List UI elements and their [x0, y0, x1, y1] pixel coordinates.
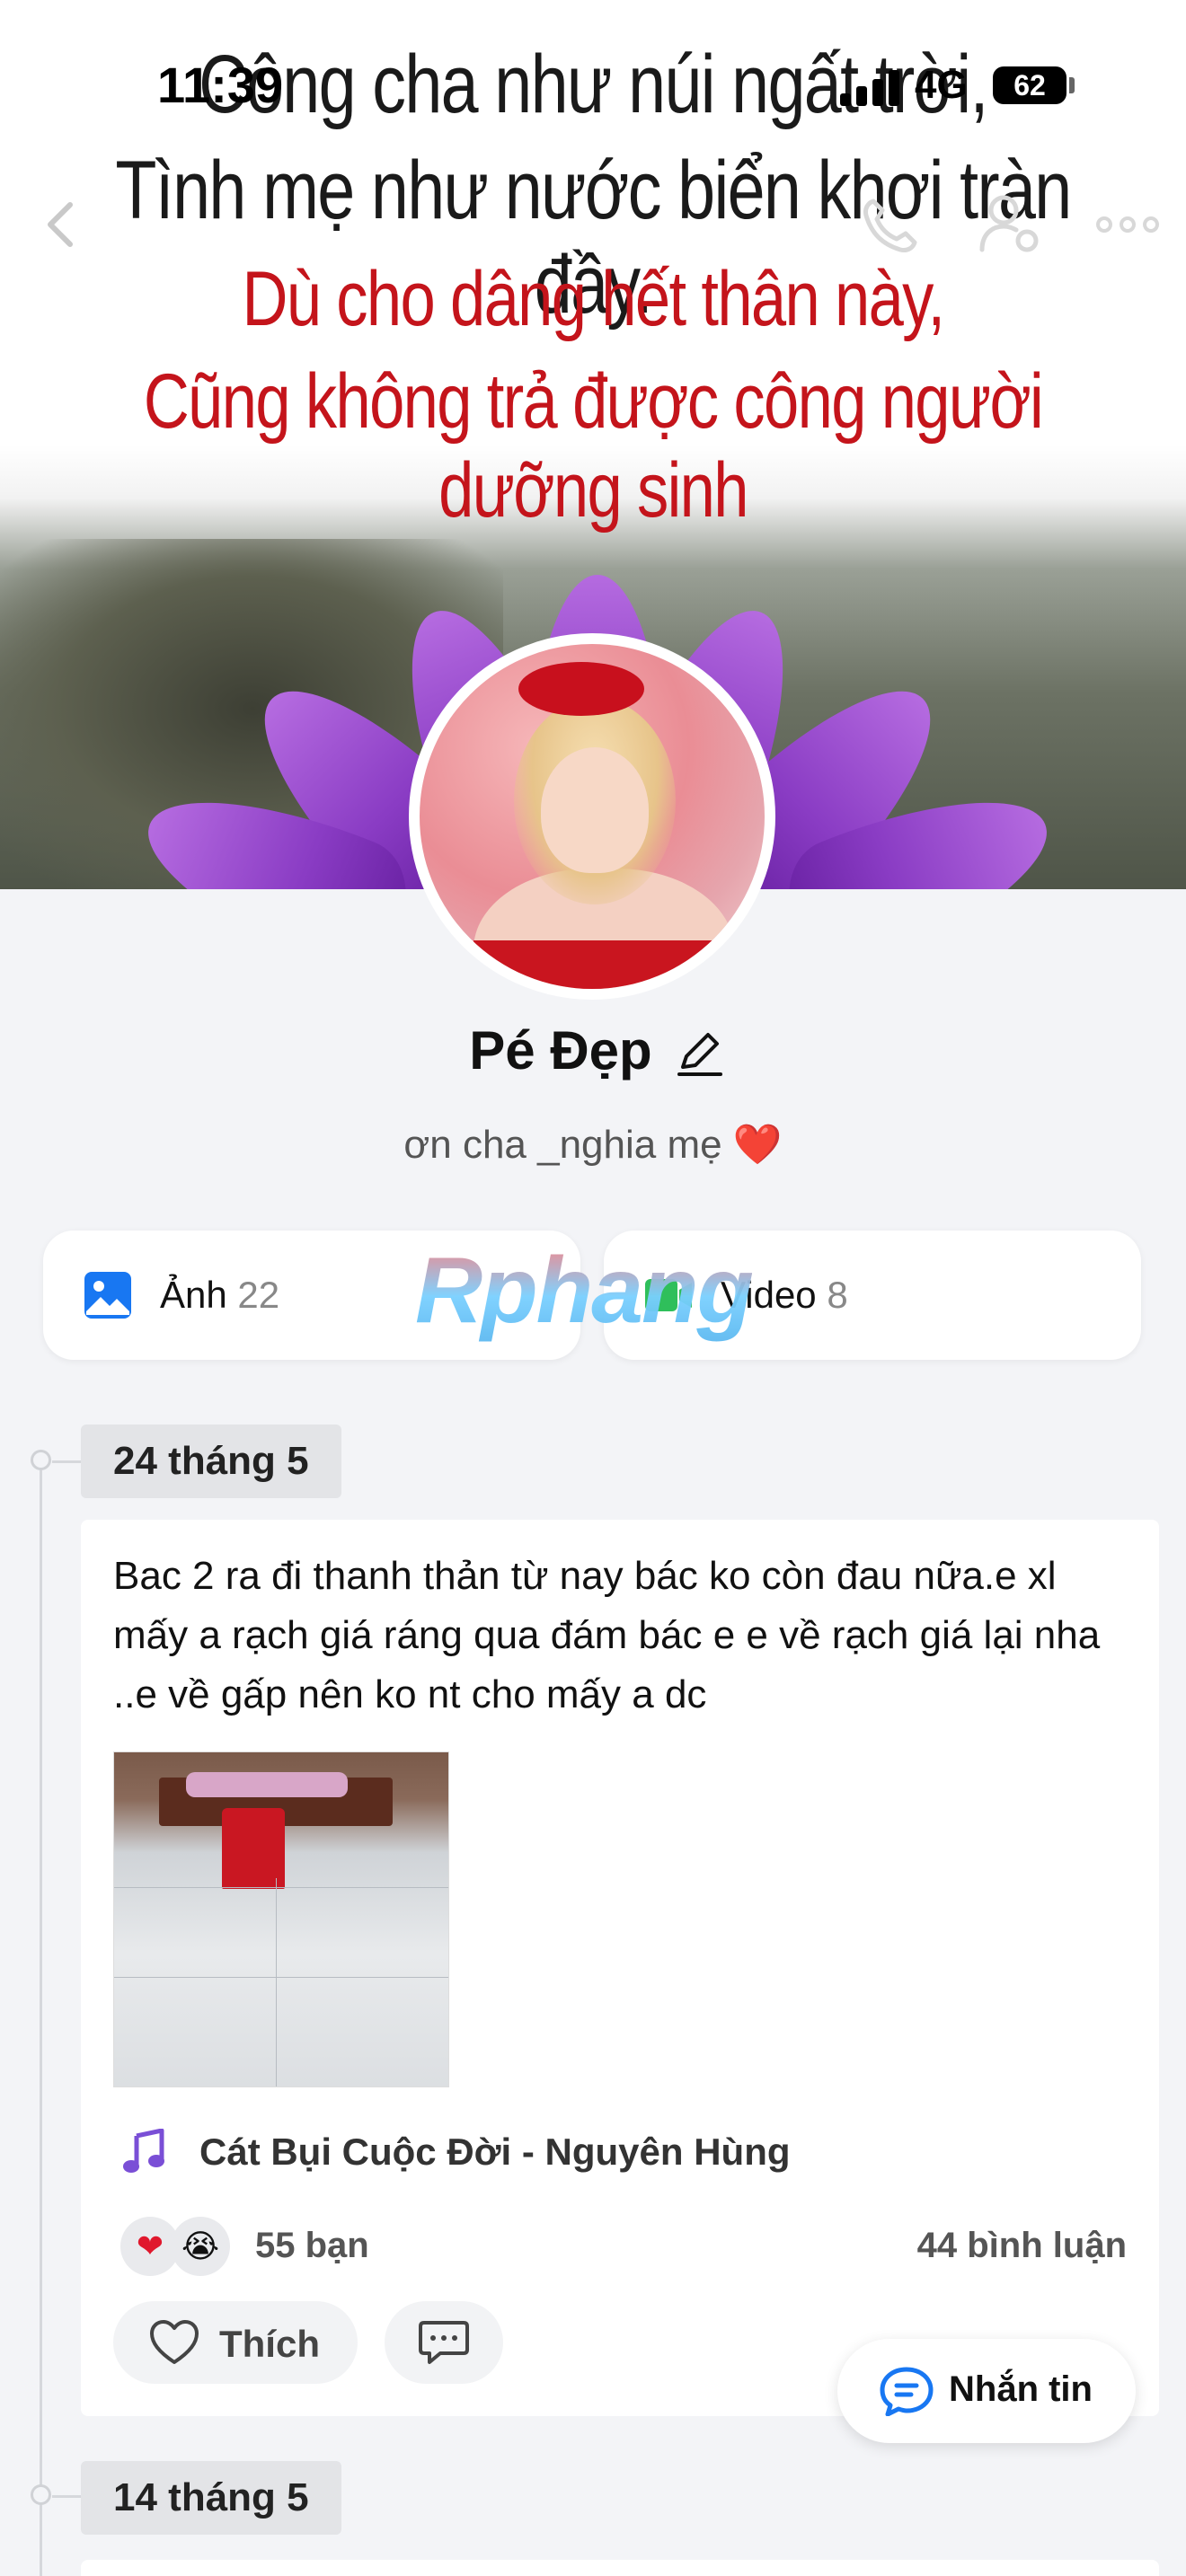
network-type: 4G: [915, 63, 968, 107]
timeline-dot: [31, 2484, 51, 2505]
chat-bubble-icon: [880, 2367, 934, 2416]
music-title: Cát Bụi Cuộc Đời - Nguyên Hùng: [199, 2130, 791, 2173]
status-bar: 11:39 4G 62: [0, 0, 1186, 171]
reaction-count[interactable]: 55 bạn: [255, 2226, 369, 2266]
timeline-connector: [52, 2495, 83, 2498]
post-card[interactable]: [81, 2560, 1159, 2576]
timeline-dot: [31, 1450, 51, 1470]
pencil-icon[interactable]: [672, 1026, 726, 1080]
avatar[interactable]: [409, 633, 775, 1000]
image-icon: [84, 1272, 131, 1319]
phone-icon[interactable]: [854, 189, 925, 260]
user-settings-icon[interactable]: [975, 189, 1047, 260]
battery-level: 62: [1013, 69, 1046, 101]
comment-button[interactable]: [385, 2301, 503, 2384]
music-note-icon: [123, 2129, 164, 2173]
crying-reaction-icon: 😭: [171, 2217, 230, 2276]
videos-count: 8: [827, 1274, 848, 1316]
like-label: Thích: [219, 2323, 320, 2365]
more-dots-icon[interactable]: [1092, 189, 1164, 260]
chevron-left-icon[interactable]: [27, 189, 99, 260]
videos-label: Video: [721, 1274, 817, 1316]
post-card[interactable]: Bac 2 ra đi thanh thản từ nay bác ko còn…: [81, 1520, 1159, 2416]
photos-count: 22: [237, 1274, 280, 1316]
video-icon: [645, 1279, 692, 1311]
status-time: 11:39: [157, 57, 284, 113]
like-button[interactable]: Thích: [113, 2301, 358, 2384]
signal-icon: [840, 70, 901, 106]
post-text: Bac 2 ra đi thanh thản từ nay bác ko còn…: [113, 1554, 1101, 1716]
comment-icon: [419, 2321, 469, 2364]
photos-label: Ảnh: [160, 1274, 227, 1316]
comment-count[interactable]: 44 bình luận: [917, 2226, 1127, 2266]
cover-poem-line-3: Dù cho dâng hết thân này,: [242, 256, 945, 342]
cover-poem-line-4: Cũng không trả được công người dưỡng sin…: [143, 358, 1044, 534]
message-label: Nhắn tin: [949, 2369, 1093, 2409]
photos-card[interactable]: Ảnh 22: [43, 1231, 580, 1360]
timeline-line: [40, 1462, 42, 2576]
timeline-connector: [52, 1460, 83, 1463]
battery-tip: [1069, 77, 1075, 93]
profile-bio: ơn cha _nghia mẹ ❤️: [403, 1123, 783, 1167]
date-chip: 24 tháng 5: [81, 1425, 341, 1498]
battery-icon: 62: [993, 66, 1067, 104]
profile-name-text: Pé Đẹp: [469, 1020, 652, 1081]
heart-outline-icon: [150, 2320, 199, 2364]
videos-card[interactable]: Video 8: [604, 1231, 1141, 1360]
date-chip: 14 tháng 5: [81, 2461, 341, 2535]
message-button[interactable]: Nhắn tin: [837, 2339, 1136, 2443]
reactions-row[interactable]: ❤ 😭 55 bạn 44 bình luận: [120, 2210, 1127, 2281]
post-image[interactable]: [113, 1751, 449, 2087]
profile-name: Pé Đẹp: [0, 1019, 1186, 1081]
